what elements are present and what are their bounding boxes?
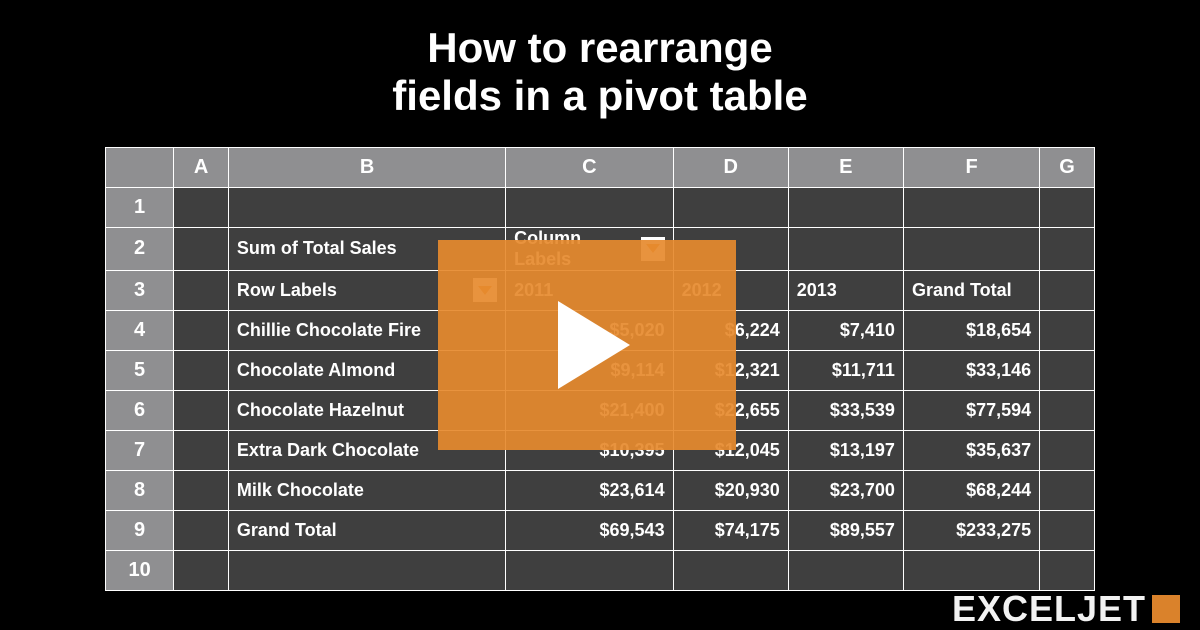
cell-e3[interactable]: 2013 <box>788 270 903 310</box>
cell-b8[interactable]: Milk Chocolate <box>228 470 505 510</box>
cell-g1[interactable] <box>1040 187 1095 227</box>
cell-a8[interactable] <box>174 470 229 510</box>
cell-g4[interactable] <box>1040 310 1095 350</box>
cell-g8[interactable] <box>1040 470 1095 510</box>
row-header-9[interactable]: 9 <box>106 510 174 550</box>
col-header-f[interactable]: F <box>903 147 1039 187</box>
row-1: 1 <box>106 187 1095 227</box>
cell-a3[interactable] <box>174 270 229 310</box>
row-header-8[interactable]: 8 <box>106 470 174 510</box>
cell-e5[interactable]: $11,711 <box>788 350 903 390</box>
cell-e6[interactable]: $33,539 <box>788 390 903 430</box>
col-header-d[interactable]: D <box>673 147 788 187</box>
cell-c8[interactable]: $23,614 <box>506 470 673 510</box>
cell-a6[interactable] <box>174 390 229 430</box>
brand-square-icon <box>1152 595 1180 623</box>
title-line-2: fields in a pivot table <box>0 72 1200 120</box>
col-header-a[interactable]: A <box>174 147 229 187</box>
cell-f2[interactable] <box>903 227 1039 270</box>
cell-f8[interactable]: $68,244 <box>903 470 1039 510</box>
cell-c9[interactable]: $69,543 <box>506 510 673 550</box>
col-header-g[interactable]: G <box>1040 147 1095 187</box>
row-8: 8 Milk Chocolate $23,614 $20,930 $23,700… <box>106 470 1095 510</box>
cell-e2[interactable] <box>788 227 903 270</box>
cell-b10[interactable] <box>228 550 505 590</box>
row-header-1[interactable]: 1 <box>106 187 174 227</box>
title-line-1: How to rearrange <box>0 24 1200 72</box>
cell-a9[interactable] <box>174 510 229 550</box>
row-header-10[interactable]: 10 <box>106 550 174 590</box>
cell-b1[interactable] <box>228 187 505 227</box>
cell-d9[interactable]: $74,175 <box>673 510 788 550</box>
col-header-c[interactable]: C <box>506 147 673 187</box>
cell-g5[interactable] <box>1040 350 1095 390</box>
row-header-2[interactable]: 2 <box>106 227 174 270</box>
row-header-3[interactable]: 3 <box>106 270 174 310</box>
row-9: 9 Grand Total $69,543 $74,175 $89,557 $2… <box>106 510 1095 550</box>
cell-a2[interactable] <box>174 227 229 270</box>
brand-text: EXCELJET <box>952 588 1146 630</box>
brand-logo: EXCELJET <box>952 588 1180 630</box>
cell-e10[interactable] <box>788 550 903 590</box>
col-header-b[interactable]: B <box>228 147 505 187</box>
cell-f6[interactable]: $77,594 <box>903 390 1039 430</box>
cell-g2[interactable] <box>1040 227 1095 270</box>
cell-f10[interactable] <box>903 550 1039 590</box>
page-title: How to rearrange fields in a pivot table <box>0 0 1200 133</box>
row-header-6[interactable]: 6 <box>106 390 174 430</box>
cell-d1[interactable] <box>673 187 788 227</box>
cell-a10[interactable] <box>174 550 229 590</box>
cell-g10[interactable] <box>1040 550 1095 590</box>
row-labels-text: Row Labels <box>237 280 337 301</box>
cell-e4[interactable]: $7,410 <box>788 310 903 350</box>
cell-e8[interactable]: $23,700 <box>788 470 903 510</box>
play-button[interactable] <box>438 240 736 450</box>
cell-g7[interactable] <box>1040 430 1095 470</box>
cell-f3[interactable]: Grand Total <box>903 270 1039 310</box>
cell-g6[interactable] <box>1040 390 1095 430</box>
cell-d8[interactable]: $20,930 <box>673 470 788 510</box>
cell-d10[interactable] <box>673 550 788 590</box>
col-header-e[interactable]: E <box>788 147 903 187</box>
cell-a1[interactable] <box>174 187 229 227</box>
column-header-row: A B C D E F G <box>106 147 1095 187</box>
cell-b9[interactable]: Grand Total <box>228 510 505 550</box>
cell-f9[interactable]: $233,275 <box>903 510 1039 550</box>
cell-e7[interactable]: $13,197 <box>788 430 903 470</box>
cell-g9[interactable] <box>1040 510 1095 550</box>
cell-g3[interactable] <box>1040 270 1095 310</box>
play-icon <box>558 301 630 389</box>
cell-f4[interactable]: $18,654 <box>903 310 1039 350</box>
cell-f1[interactable] <box>903 187 1039 227</box>
cell-a7[interactable] <box>174 430 229 470</box>
select-all-corner[interactable] <box>106 147 174 187</box>
cell-c1[interactable] <box>506 187 673 227</box>
cell-f7[interactable]: $35,637 <box>903 430 1039 470</box>
cell-a5[interactable] <box>174 350 229 390</box>
cell-a4[interactable] <box>174 310 229 350</box>
cell-e1[interactable] <box>788 187 903 227</box>
row-10: 10 <box>106 550 1095 590</box>
cell-e9[interactable]: $89,557 <box>788 510 903 550</box>
cell-f5[interactable]: $33,146 <box>903 350 1039 390</box>
row-header-4[interactable]: 4 <box>106 310 174 350</box>
row-header-5[interactable]: 5 <box>106 350 174 390</box>
row-header-7[interactable]: 7 <box>106 430 174 470</box>
cell-c10[interactable] <box>506 550 673 590</box>
